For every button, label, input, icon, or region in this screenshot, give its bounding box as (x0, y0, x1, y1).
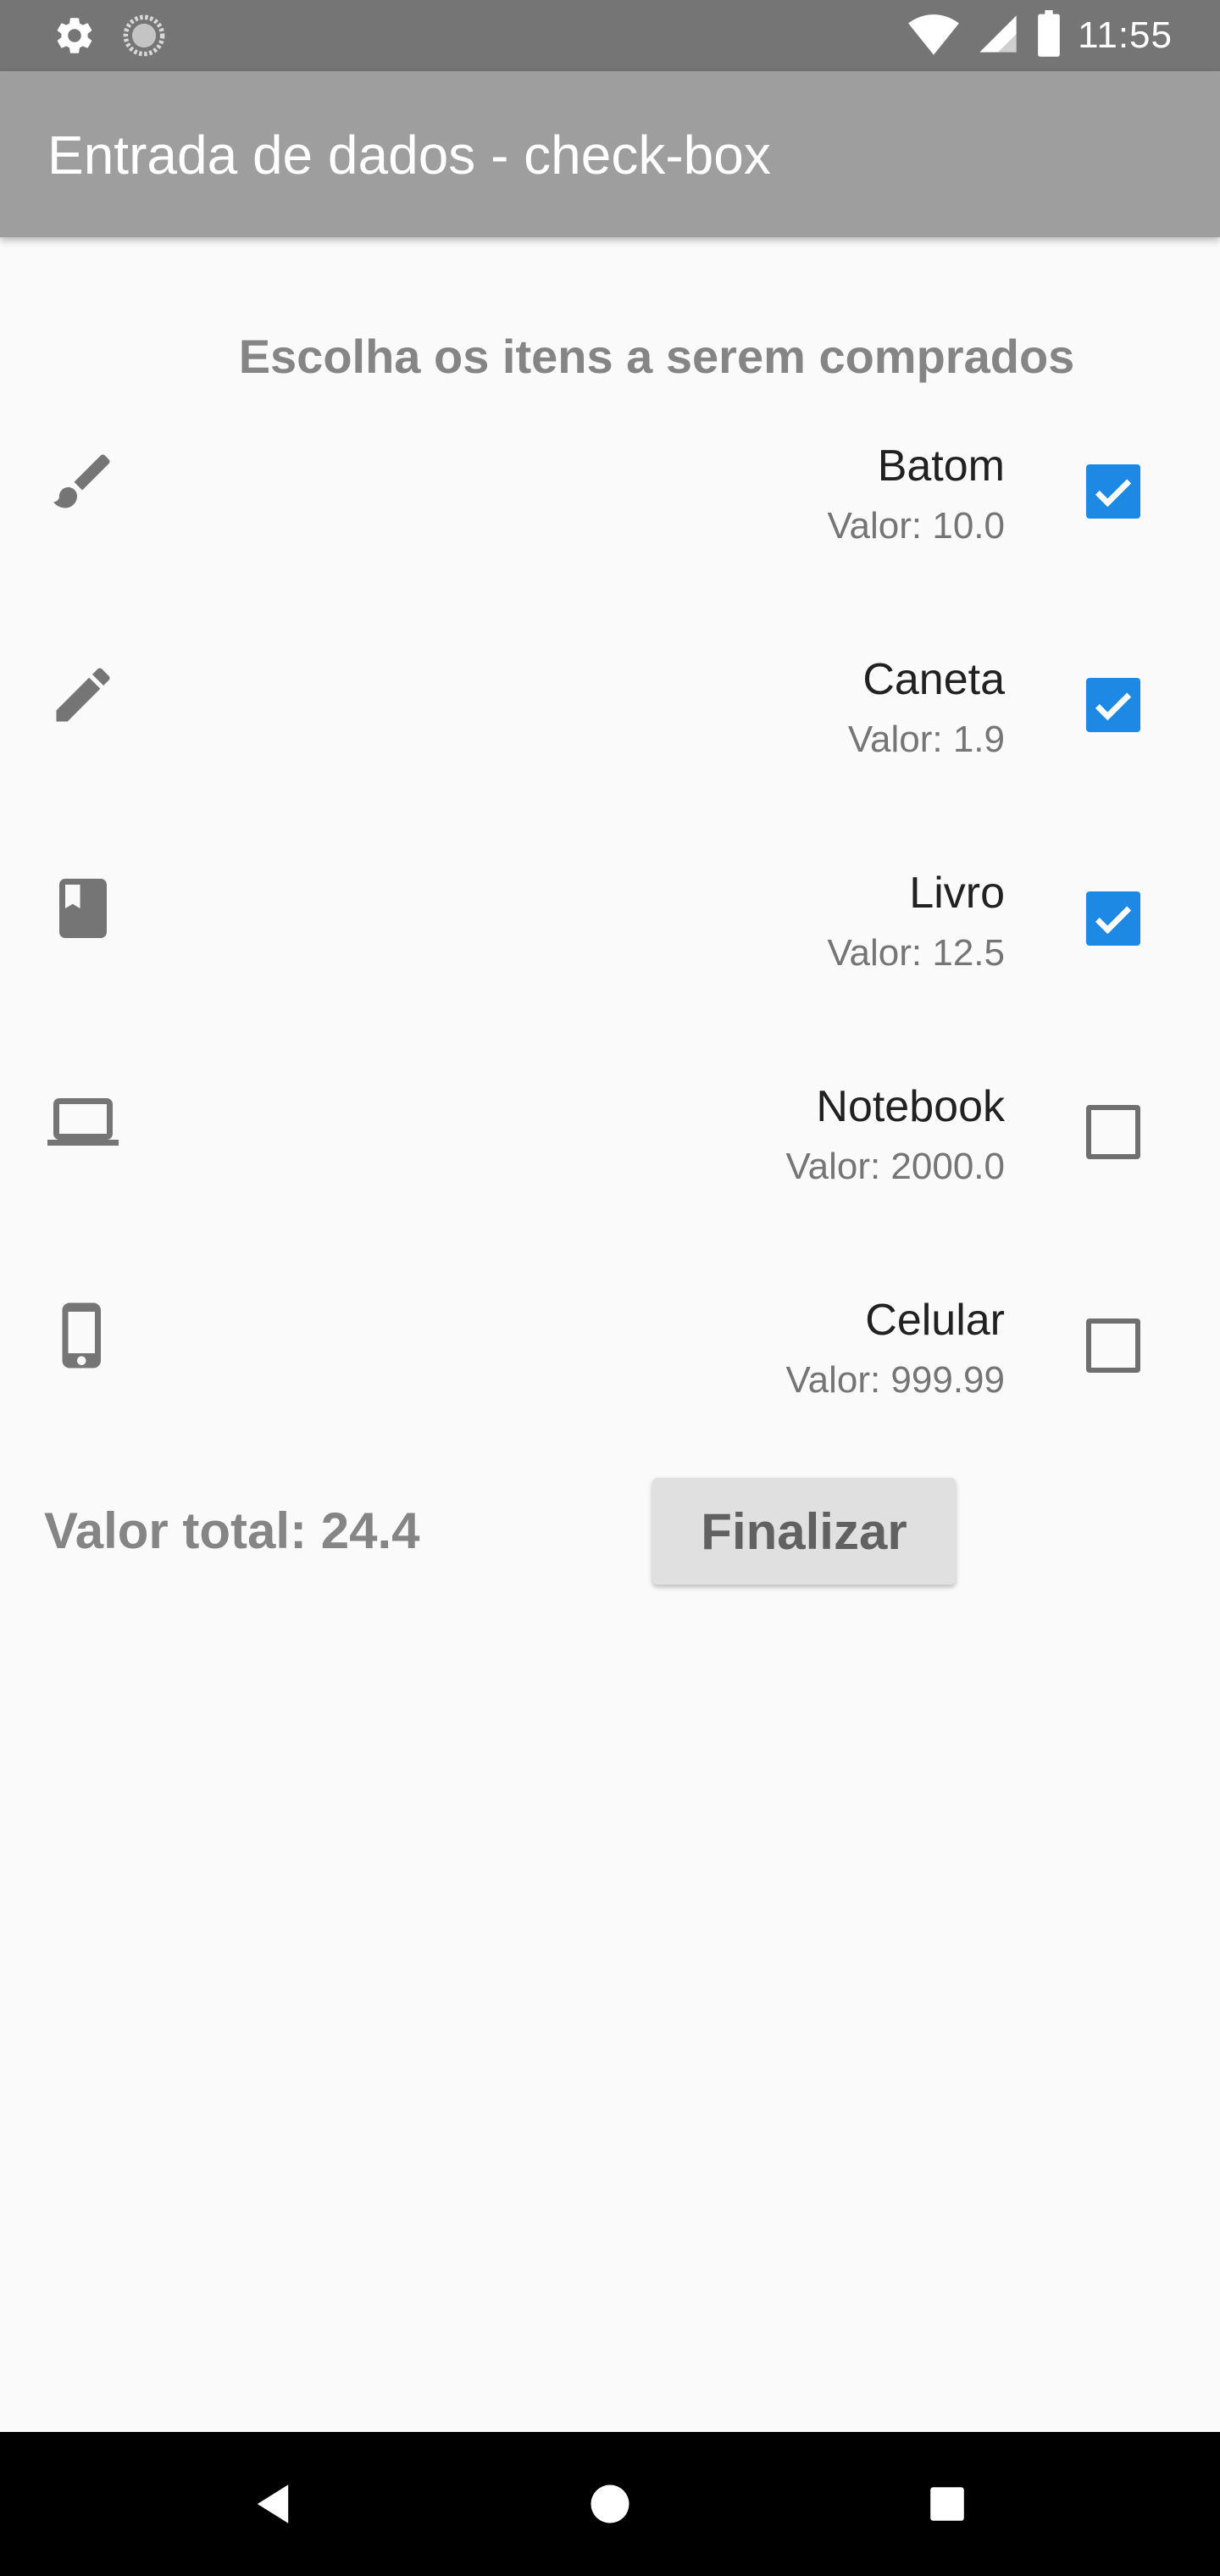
list-item-livro[interactable]: Livro Valor: 12.5 (0, 858, 1220, 1027)
app-title: Entrada de dados - check-box (47, 125, 771, 186)
wifi-icon (907, 12, 961, 60)
loading-icon (122, 14, 166, 62)
item-name: Caneta (862, 655, 1005, 704)
item-name: Notebook (816, 1082, 1005, 1131)
item-name: Celular (865, 1296, 1005, 1345)
checkbox-notebook[interactable] (1086, 1105, 1140, 1159)
check-icon (1095, 692, 1132, 721)
back-icon[interactable] (222, 2432, 324, 2576)
item-name: Batom (877, 441, 1005, 491)
item-price: Valor: 10.0 (827, 505, 1005, 547)
list-item-notebook[interactable]: Notebook Valor: 2000.0 (0, 1071, 1220, 1241)
item-price: Valor: 999.99 (785, 1359, 1005, 1401)
brush-icon (47, 446, 119, 517)
list-item-batom[interactable]: Batom Valor: 10.0 (0, 430, 1220, 600)
laptop-icon (47, 1086, 119, 1158)
section-title: Escolha os itens a serem comprados (238, 330, 1075, 383)
item-price: Valor: 1.9 (847, 719, 1005, 760)
checkbox-caneta[interactable] (1086, 678, 1140, 732)
navigation-bar (0, 2432, 1220, 2576)
item-price: Valor: 12.5 (827, 932, 1005, 974)
signal-icon (976, 12, 1020, 60)
status-time: 11:55 (1078, 14, 1173, 56)
gear-icon (53, 14, 97, 62)
item-name: Livro (909, 869, 1005, 918)
app-bar: Entrada de dados - check-box (0, 71, 1220, 237)
home-icon[interactable] (559, 2432, 661, 2576)
total-value: Valor total: 24.4 (44, 1502, 420, 1559)
status-bar: 11:55 (0, 0, 1220, 71)
finalize-button[interactable]: Finalizar (652, 1478, 956, 1585)
list-item-celular[interactable]: Celular Valor: 999.99 (0, 1285, 1220, 1454)
list-item-caneta[interactable]: Caneta Valor: 1.9 (0, 644, 1220, 813)
recents-icon[interactable] (896, 2432, 998, 2576)
check-icon (1095, 479, 1132, 508)
pencil-icon (47, 659, 119, 730)
battery-icon (1035, 9, 1062, 62)
book-icon (47, 873, 119, 944)
checkbox-batom[interactable] (1086, 464, 1140, 519)
checkbox-livro[interactable] (1086, 891, 1140, 946)
phone-icon (47, 1300, 119, 1371)
check-icon (1095, 906, 1132, 935)
item-price: Valor: 2000.0 (785, 1146, 1005, 1187)
checkbox-celular[interactable] (1086, 1319, 1140, 1373)
